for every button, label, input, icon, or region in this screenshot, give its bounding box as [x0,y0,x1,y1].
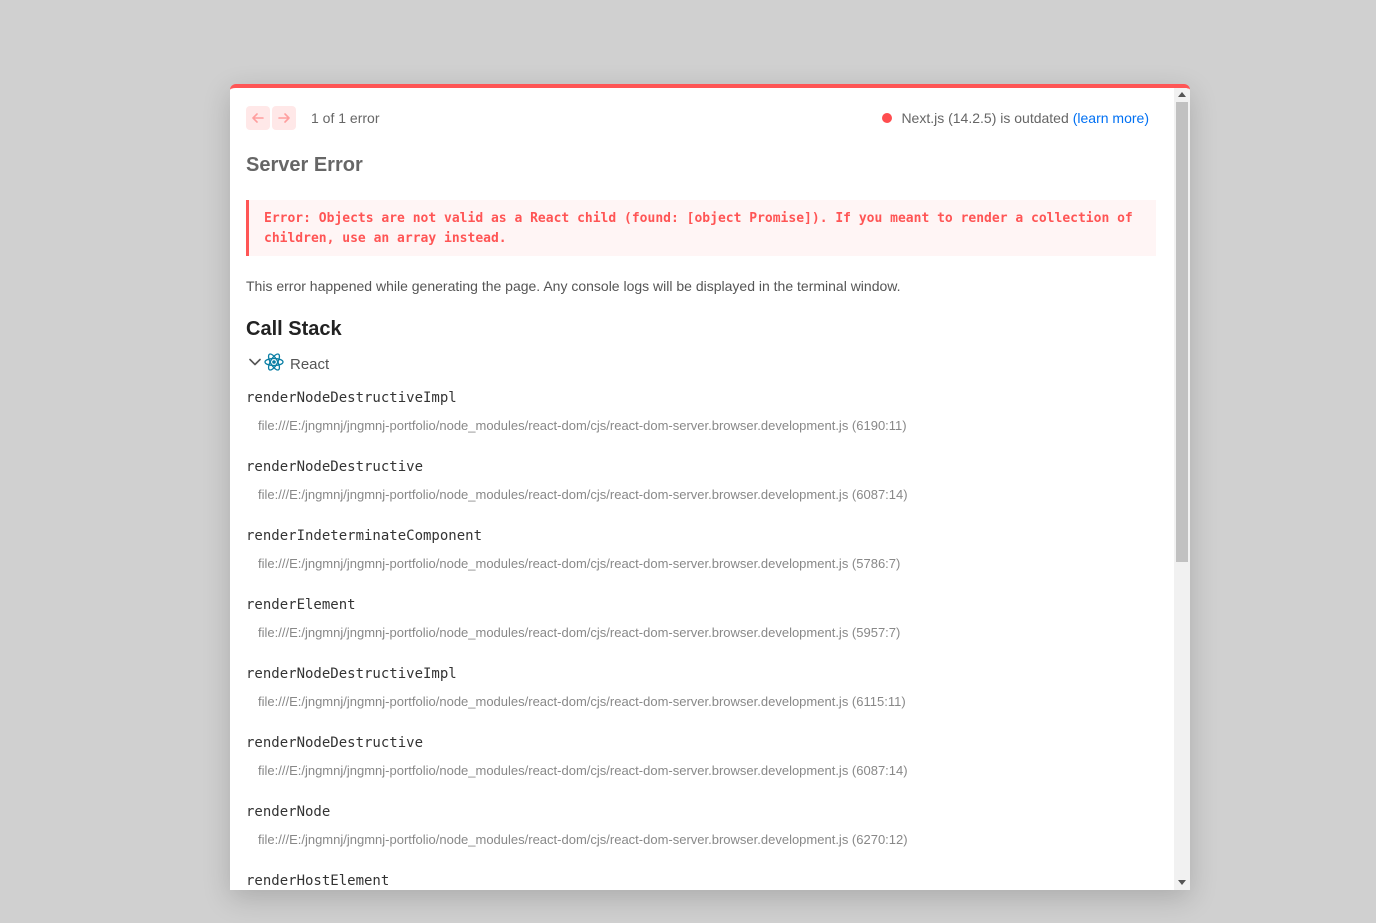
call-stack-frame: renderNodeDestructive file:///E:/jngmnj/… [246,733,1146,778]
call-stack-frame: renderElement file:///E:/jngmnj/jngmnj-p… [246,595,1146,640]
frame-function-name: renderNode [246,804,331,820]
scroll-down-button[interactable] [1174,876,1190,890]
version-staleness-indicator: Next.js (14.2.5) is outdated (learn more… [882,110,1149,126]
call-stack-heading: Call Stack [246,318,342,340]
call-stack-frame: renderIndeterminateComponent file:///E:/… [246,526,1146,571]
arrow-right-icon [272,111,296,125]
error-message: Error: Objects are not valid as a React … [246,200,1156,256]
triangle-down-icon [1174,880,1190,885]
dialog-header: 1 of 1 error Next.js (14.2.5) is outdate… [246,106,1149,130]
triangle-up-icon [1174,92,1190,97]
call-stack-frame: renderNodeDestructiveImpl file:///E:/jng… [246,388,1146,433]
frame-source-link[interactable]: file:///E:/jngmnj/jngmnj-portfolio/node_… [258,556,1146,571]
frame-function-name: renderNodeDestructive [246,459,424,475]
call-stack-frame: renderNodeDestructive file:///E:/jngmnj/… [246,457,1146,502]
scrollbar-thumb[interactable] [1176,102,1188,562]
react-frames-group-toggle[interactable]: React [246,352,329,377]
frame-function-name: renderIndeterminateComponent [246,528,483,544]
frame-function-name: renderNodeDestructiveImpl [246,666,457,682]
frame-source-link[interactable]: file:///E:/jngmnj/jngmnj-portfolio/node_… [258,694,1146,709]
vertical-scrollbar[interactable] [1174,88,1190,890]
frame-source-link[interactable]: file:///E:/jngmnj/jngmnj-portfolio/node_… [258,625,1146,640]
error-pagination [246,106,296,130]
frame-function-name: renderNodeDestructive [246,735,424,751]
frame-function-name: renderNodeDestructiveImpl [246,390,457,406]
frame-function-name: renderHostElement [246,873,390,889]
next-error-button[interactable] [272,106,296,130]
version-text: Next.js (14.2.5) is outdated [901,110,1069,126]
dialog-content: 1 of 1 error Next.js (14.2.5) is outdate… [246,88,1156,890]
chevron-down-icon [248,355,262,374]
previous-error-button[interactable] [246,106,270,130]
group-label: React [290,356,330,373]
call-stack-frame: renderNodeDestructiveImpl file:///E:/jng… [246,664,1146,709]
react-logo-icon [264,352,284,377]
arrow-left-icon [246,111,270,125]
error-info-text: This error happened while generating the… [246,278,901,294]
frame-source-link[interactable]: file:///E:/jngmnj/jngmnj-portfolio/node_… [258,487,1146,502]
learn-more-link[interactable]: (learn more) [1073,110,1149,126]
page-title: Server Error [246,154,363,176]
scroll-up-button[interactable] [1174,88,1190,102]
frame-function-name: renderElement [246,597,356,613]
frame-source-link[interactable]: file:///E:/jngmnj/jngmnj-portfolio/node_… [258,418,1146,433]
status-dot-icon [882,113,893,123]
frame-source-link[interactable]: file:///E:/jngmnj/jngmnj-portfolio/node_… [258,832,1146,847]
error-overlay-dialog: 1 of 1 error Next.js (14.2.5) is outdate… [230,84,1190,890]
call-stack-frame: renderNode file:///E:/jngmnj/jngmnj-port… [246,802,1146,847]
call-stack-frame: renderHostElement [246,871,1146,890]
frame-source-link[interactable]: file:///E:/jngmnj/jngmnj-portfolio/node_… [258,763,1146,778]
error-counter: 1 of 1 error [311,110,380,126]
